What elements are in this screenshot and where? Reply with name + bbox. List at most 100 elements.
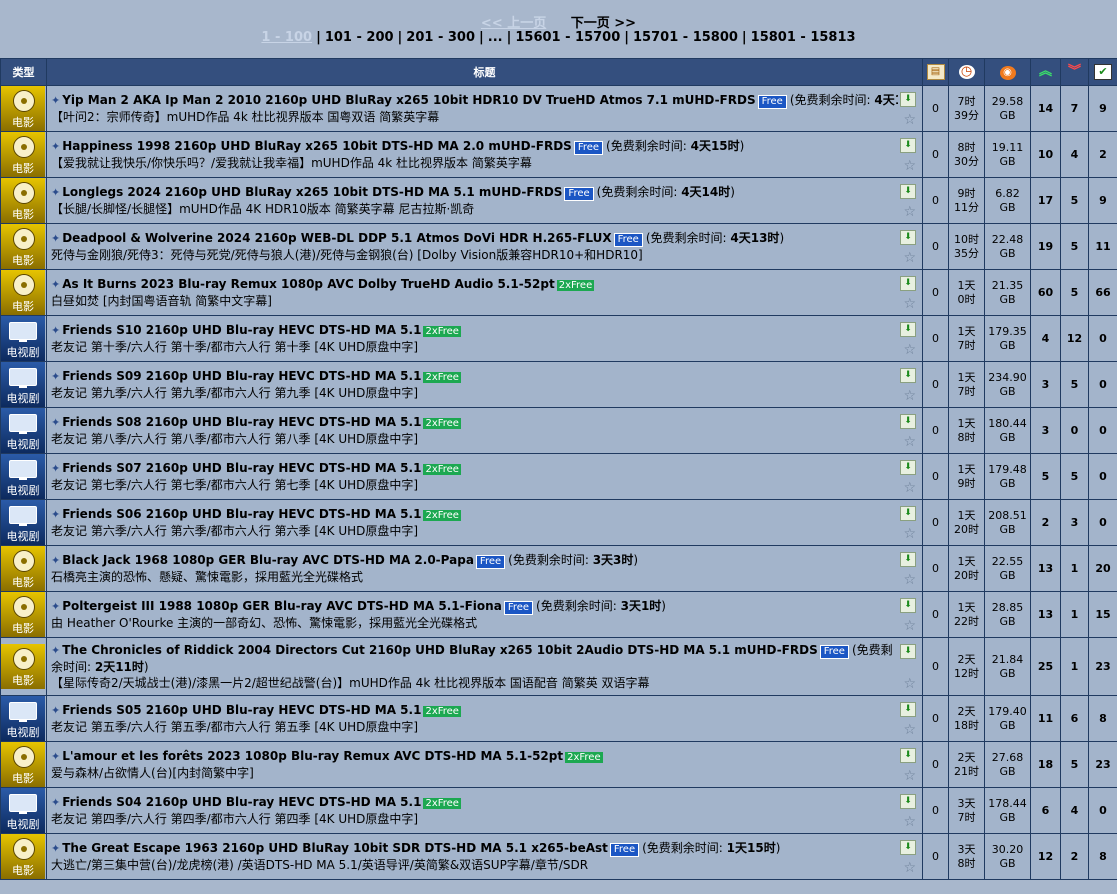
- completed-count[interactable]: 0: [1088, 787, 1117, 834]
- prev-page-link[interactable]: << 上一页: [481, 16, 546, 31]
- category-icon[interactable]: 电影: [1, 178, 45, 223]
- leechers-count[interactable]: 0: [1060, 407, 1089, 454]
- torrent-title[interactable]: Yip Man 2 AKA Ip Man 2 2010 2160p UHD Bl…: [62, 93, 755, 107]
- completed-count[interactable]: 0: [1088, 499, 1117, 546]
- torrent-title[interactable]: The Chronicles of Riddick 2004 Directors…: [62, 643, 818, 657]
- leechers-count[interactable]: 5: [1060, 269, 1089, 316]
- category-icon[interactable]: 电视剧: [1, 454, 45, 499]
- seeders-count[interactable]: 6: [1030, 787, 1061, 834]
- seeders-column[interactable]: ︽: [1030, 58, 1061, 86]
- download-icon[interactable]: ⬇: [900, 552, 916, 567]
- torrent-title[interactable]: The Great Escape 1963 2160p UHD BluRay 1…: [62, 841, 608, 855]
- leechers-count[interactable]: 4: [1060, 787, 1089, 834]
- completed-count[interactable]: 2: [1088, 131, 1117, 178]
- completed-count[interactable]: 8: [1088, 833, 1117, 880]
- comments-count[interactable]: 0: [922, 787, 949, 834]
- leechers-count[interactable]: 2: [1060, 833, 1089, 880]
- torrent-title[interactable]: Friends S08 2160p UHD Blu-ray HEVC DTS-H…: [62, 415, 421, 429]
- category-icon[interactable]: 电视剧: [1, 696, 45, 741]
- bookmark-star-icon[interactable]: ☆: [903, 251, 916, 265]
- seeders-count[interactable]: 12: [1030, 833, 1061, 880]
- category-icon[interactable]: 电影: [1, 224, 45, 269]
- bookmark-star-icon[interactable]: ☆: [903, 389, 916, 403]
- completed-column[interactable]: ✔: [1088, 58, 1117, 86]
- comments-count[interactable]: 0: [922, 131, 949, 178]
- torrent-title[interactable]: Friends S07 2160p UHD Blu-ray HEVC DTS-H…: [62, 461, 421, 475]
- seeders-count[interactable]: 17: [1030, 177, 1061, 224]
- comments-count[interactable]: 0: [922, 545, 949, 592]
- leechers-column[interactable]: ︾: [1060, 58, 1089, 86]
- bookmark-star-icon[interactable]: ☆: [903, 343, 916, 357]
- category-icon[interactable]: 电视剧: [1, 788, 45, 833]
- completed-count[interactable]: 8: [1088, 695, 1117, 742]
- download-icon[interactable]: ⬇: [900, 702, 916, 717]
- seeders-count[interactable]: 4: [1030, 315, 1061, 362]
- leechers-count[interactable]: 1: [1060, 591, 1089, 638]
- comments-count[interactable]: 0: [922, 637, 949, 696]
- column-title[interactable]: 标题: [46, 58, 923, 86]
- seeders-count[interactable]: 25: [1030, 637, 1061, 696]
- comments-count[interactable]: 0: [922, 499, 949, 546]
- comments-count[interactable]: 0: [922, 741, 949, 788]
- bookmark-star-icon[interactable]: ☆: [903, 113, 916, 127]
- bookmark-star-icon[interactable]: ☆: [903, 573, 916, 587]
- bookmark-star-icon[interactable]: ☆: [903, 677, 916, 691]
- seeders-count[interactable]: 14: [1030, 85, 1061, 132]
- torrent-title[interactable]: Friends S04 2160p UHD Blu-ray HEVC DTS-H…: [62, 795, 421, 809]
- category-icon[interactable]: 电影: [1, 132, 45, 177]
- download-icon[interactable]: ⬇: [900, 276, 916, 291]
- category-icon[interactable]: 电影: [1, 742, 45, 787]
- comments-column[interactable]: ▤: [922, 58, 949, 86]
- torrent-title[interactable]: Black Jack 1968 1080p GER Blu-ray AVC DT…: [62, 553, 474, 567]
- page-link[interactable]: 101 - 200: [325, 30, 394, 45]
- page-link[interactable]: 15601 - 15700: [515, 30, 620, 45]
- category-icon[interactable]: 电视剧: [1, 408, 45, 453]
- next-page-link[interactable]: 下一页 >>: [571, 16, 636, 31]
- leechers-count[interactable]: 7: [1060, 85, 1089, 132]
- completed-count[interactable]: 0: [1088, 453, 1117, 500]
- bookmark-star-icon[interactable]: ☆: [903, 861, 916, 875]
- seeders-count[interactable]: 13: [1030, 545, 1061, 592]
- seeders-count[interactable]: 19: [1030, 223, 1061, 270]
- torrent-title[interactable]: Happiness 1998 2160p UHD BluRay x265 10b…: [62, 139, 572, 153]
- category-icon[interactable]: 电影: [1, 592, 45, 637]
- seeders-count[interactable]: 13: [1030, 591, 1061, 638]
- torrent-title[interactable]: Friends S10 2160p UHD Blu-ray HEVC DTS-H…: [62, 323, 421, 337]
- bookmark-star-icon[interactable]: ☆: [903, 527, 916, 541]
- page-link[interactable]: 15701 - 15800: [633, 30, 738, 45]
- torrent-title[interactable]: Friends S06 2160p UHD Blu-ray HEVC DTS-H…: [62, 507, 421, 521]
- category-icon[interactable]: 电影: [1, 834, 45, 879]
- seeders-count[interactable]: 3: [1030, 407, 1061, 454]
- download-icon[interactable]: ⬇: [900, 322, 916, 337]
- comments-count[interactable]: 0: [922, 591, 949, 638]
- bookmark-star-icon[interactable]: ☆: [903, 297, 916, 311]
- download-icon[interactable]: ⬇: [900, 644, 916, 659]
- torrent-title[interactable]: Longlegs 2024 2160p UHD BluRay x265 10bi…: [62, 185, 562, 199]
- comments-count[interactable]: 0: [922, 269, 949, 316]
- comments-count[interactable]: 0: [922, 177, 949, 224]
- category-icon[interactable]: 电影: [1, 86, 45, 131]
- page-link[interactable]: 15801 - 15813: [751, 30, 856, 45]
- completed-count[interactable]: 0: [1088, 407, 1117, 454]
- category-icon[interactable]: 电视剧: [1, 316, 45, 361]
- bookmark-star-icon[interactable]: ☆: [903, 723, 916, 737]
- torrent-title[interactable]: Deadpool & Wolverine 2024 2160p WEB-DL D…: [62, 231, 611, 245]
- completed-count[interactable]: 23: [1088, 741, 1117, 788]
- bookmark-star-icon[interactable]: ☆: [903, 815, 916, 829]
- leechers-count[interactable]: 5: [1060, 223, 1089, 270]
- leechers-count[interactable]: 3: [1060, 499, 1089, 546]
- completed-count[interactable]: 66: [1088, 269, 1117, 316]
- completed-count[interactable]: 0: [1088, 361, 1117, 408]
- download-icon[interactable]: ⬇: [900, 230, 916, 245]
- download-icon[interactable]: ⬇: [900, 794, 916, 809]
- comments-count[interactable]: 0: [922, 361, 949, 408]
- bookmark-star-icon[interactable]: ☆: [903, 481, 916, 495]
- leechers-count[interactable]: 5: [1060, 361, 1089, 408]
- download-icon[interactable]: ⬇: [900, 414, 916, 429]
- completed-count[interactable]: 20: [1088, 545, 1117, 592]
- category-icon[interactable]: 电视剧: [1, 362, 45, 407]
- seeders-count[interactable]: 60: [1030, 269, 1061, 316]
- seeders-count[interactable]: 5: [1030, 453, 1061, 500]
- torrent-title[interactable]: L'amour et les forêts 2023 1080p Blu-ray…: [62, 749, 563, 763]
- category-icon[interactable]: 电影: [1, 644, 45, 689]
